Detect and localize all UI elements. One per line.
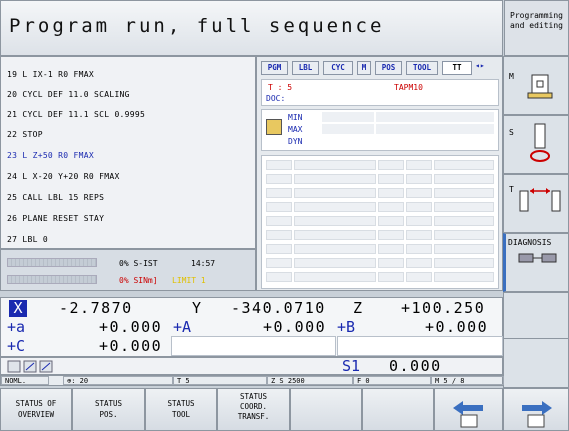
programming-mode-label-1: Programming xyxy=(510,11,563,20)
status-m-functions: M 5 / 8 xyxy=(431,376,504,385)
axis-label-z: Z xyxy=(353,299,363,317)
pos-value-b: +0.000 xyxy=(425,318,489,336)
softkey-m-label: M xyxy=(509,72,514,81)
softkey-m-function[interactable]: M xyxy=(503,56,569,115)
page-forward-icon xyxy=(522,401,552,428)
program-line[interactable]: 21 CYCL DEF 11.1 SCL 0.9995 xyxy=(7,110,145,119)
softkey-status-pos[interactable]: STATUS POS. xyxy=(72,388,145,431)
page-title: Program run, full sequence xyxy=(9,15,385,37)
softkey-t-label: T xyxy=(509,185,514,194)
status-feed: F 0 xyxy=(353,376,431,385)
softkey-label: TOOL xyxy=(171,410,191,419)
spindle-ist-pct: 0% S-IST xyxy=(119,259,158,268)
tab-scroll-icon[interactable]: ◂▸ xyxy=(475,61,489,75)
spindle-nm-pct: 0% SINm] xyxy=(119,276,158,285)
softkey-label: POS. xyxy=(99,410,118,419)
softkey-diagnosis[interactable]: DIAGNOSIS xyxy=(503,233,569,292)
tab-cyc[interactable]: CYC xyxy=(323,61,353,75)
softkey-label: TRANSF. xyxy=(237,412,270,421)
softkey-empty-4[interactable] xyxy=(362,388,434,431)
life-min: MIN xyxy=(288,113,303,122)
tool-name: TAPM10 xyxy=(394,83,423,92)
tab-pos[interactable]: POS xyxy=(375,61,402,75)
softkey-label: STATUS xyxy=(94,399,123,408)
program-line[interactable]: 24 L X-20 Y+20 R0 FMAX xyxy=(7,172,120,181)
programming-mode-button[interactable]: Programming and editing xyxy=(504,0,569,56)
spindle-value: 0.000 xyxy=(389,357,442,375)
life-max: MAX xyxy=(288,125,303,134)
spindle-load-panel: 0% S-IST 14:57 0% SINm] LIMIT 1 xyxy=(0,249,256,291)
mode-header: Program run, full sequence xyxy=(0,0,503,56)
softkey-page-back[interactable] xyxy=(434,388,503,431)
diagnosis-label: DIAGNOSIS xyxy=(508,238,552,247)
programming-mode-label-2: and editing xyxy=(510,21,563,30)
program-line[interactable]: 25 CALL LBL 15 REPS xyxy=(7,193,104,202)
status-spindle-speed: Z S 2500 xyxy=(267,376,353,385)
softkey-status-overview[interactable]: STATUS OF OVERVIEW xyxy=(0,388,72,431)
softkey-s-label: S xyxy=(509,128,514,137)
axis-label-b: +B xyxy=(337,318,356,336)
softkey-label: STATUS OF xyxy=(15,399,57,408)
softkey-empty-2[interactable] xyxy=(503,338,569,388)
status-panel: PGM LBL CYC M POS TOOL TT ◂▸ T : 5 TAPM1… xyxy=(256,56,503,291)
status-tool: T 5 xyxy=(173,376,267,385)
tool-life-box: MIN MAX DYN xyxy=(261,109,499,151)
axis-label-a-small: +a xyxy=(7,318,26,336)
program-line[interactable]: 27 LBL 0 xyxy=(7,235,48,244)
softkey-status-tool[interactable]: STATUS TOOL xyxy=(145,388,217,431)
tool-change-icon xyxy=(519,188,561,212)
pos-value-x: -2.7870 xyxy=(59,299,133,317)
softkey-label: OVERVIEW xyxy=(17,410,55,419)
machine-function-icon xyxy=(527,74,553,99)
axis-label-y: Y xyxy=(192,299,202,317)
pos-value-y: -340.0710 xyxy=(231,299,326,317)
life-dyn: DYN xyxy=(288,137,303,146)
tab-lbl[interactable]: LBL xyxy=(292,61,319,75)
softkey-label: STATUS xyxy=(239,392,268,401)
axis-label-c: +C xyxy=(7,337,26,355)
tool-info-box: T : 5 TAPM10 DOC: xyxy=(261,79,499,106)
softkey-label: STATUS xyxy=(167,399,195,408)
softkey-page-forward[interactable] xyxy=(503,388,569,431)
program-line[interactable]: 22 STOP xyxy=(7,130,43,139)
tab-tt[interactable]: TT xyxy=(442,61,472,75)
spindle-ist-bar xyxy=(7,258,97,267)
tab-tool[interactable]: TOOL xyxy=(406,61,438,75)
spindle-nm-bar xyxy=(7,275,97,284)
program-line[interactable]: 20 CYCL DEF 11.0 SCALING xyxy=(7,90,130,99)
pos-value-z: +100.250 xyxy=(401,299,486,317)
clock-time: 14:57 xyxy=(191,259,216,268)
axis-label-x-selected[interactable]: X xyxy=(9,300,27,317)
status-bar: NOML. ⊕: 20 T 5 Z S 2500 F 0 M 5 / 8 xyxy=(0,375,504,386)
page-back-icon xyxy=(452,401,483,428)
spindle-icon xyxy=(530,123,550,162)
softkey-empty-3[interactable] xyxy=(290,388,362,431)
status-feed-override: ⊕: 20 xyxy=(63,376,173,385)
softkey-tool[interactable]: T xyxy=(503,174,569,233)
program-line[interactable]: 19 L IX-1 R0 FMAX xyxy=(7,70,94,79)
spindle-row: S1 0.000 xyxy=(0,357,503,375)
softkey-status-coord-transf[interactable]: STATUS COORD. TRANSF. xyxy=(217,388,290,431)
program-line[interactable]: 26 PLANE RESET STAY xyxy=(7,214,104,223)
spindle-label: S1 xyxy=(342,357,361,375)
tool-measure-table xyxy=(261,155,499,289)
doc-label: DOC: xyxy=(266,94,286,103)
status-icons xyxy=(7,360,53,373)
program-listing[interactable]: 19 L IX-1 R0 FMAX 20 CYCL DEF 11.0 SCALI… xyxy=(0,56,256,249)
softkey-spindle[interactable]: S xyxy=(503,115,569,174)
limit-label: LIMIT 1 xyxy=(172,276,206,285)
pos-value-c: +0.000 xyxy=(99,337,163,355)
axis-label-a: +A xyxy=(173,318,192,336)
pos-value-a-small: +0.000 xyxy=(99,318,163,336)
diagnosis-icon xyxy=(518,253,557,263)
tool-number: T : 5 xyxy=(268,83,293,92)
position-display: X -2.7870 Y -340.0710 Z +100.250 +a +0.0… xyxy=(0,297,503,357)
tab-pgm[interactable]: PGM xyxy=(261,61,288,75)
program-line-active[interactable]: 23 L Z+50 R0 FMAX xyxy=(7,151,94,160)
tab-m[interactable]: M xyxy=(357,61,371,75)
softkey-label: COORD. xyxy=(239,402,268,411)
tool-measure-icon xyxy=(266,119,282,135)
status-mode: NOML. xyxy=(1,376,49,385)
pos-value-a: +0.000 xyxy=(263,318,327,336)
